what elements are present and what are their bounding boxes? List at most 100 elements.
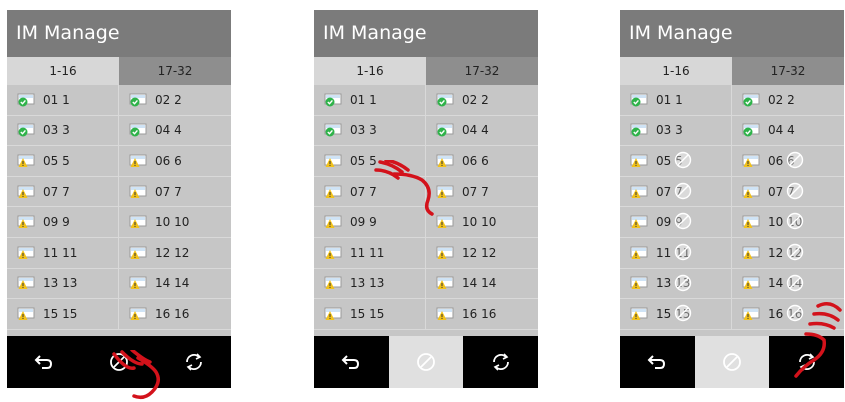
device-cell[interactable]: 07 7 — [314, 176, 426, 208]
device-cell[interactable]: 13 13 — [314, 268, 426, 300]
device-cell[interactable]: 06 6 — [119, 146, 231, 177]
monitor-warning-icon — [436, 154, 454, 167]
monitor-warning-icon — [742, 307, 760, 320]
device-cell[interactable]: 05 5 — [620, 146, 732, 177]
device-cell[interactable]: 09 9 — [620, 207, 732, 238]
device-cell[interactable]: 02 2 — [426, 85, 538, 116]
device-cell[interactable]: 11 11 — [7, 237, 119, 269]
monitor-online-icon — [742, 93, 760, 107]
disable-button[interactable] — [388, 336, 464, 388]
tab-1-16[interactable]: 1-16 — [314, 57, 426, 85]
back-button[interactable] — [620, 336, 695, 388]
device-cell[interactable]: 12 12 — [119, 238, 231, 269]
device-cell[interactable]: 06 6 — [426, 146, 538, 177]
monitor-online-icon — [630, 93, 648, 107]
busy-circle-icon — [786, 304, 804, 322]
disable-button[interactable] — [81, 336, 157, 388]
device-cell[interactable]: 06 6 — [732, 146, 844, 177]
device-cell[interactable]: 07 7 — [426, 177, 538, 208]
device-cell[interactable]: 13 13 — [7, 268, 119, 300]
tab-bar: 1-16 17-32 — [7, 57, 231, 85]
monitor-online-icon — [436, 93, 454, 107]
device-cell[interactable]: 14 14 — [426, 269, 538, 300]
device-cell[interactable]: 05 5 — [7, 146, 119, 177]
disable-icon — [110, 353, 128, 371]
refresh-button[interactable] — [463, 336, 539, 388]
device-cell[interactable]: 12 12 — [426, 238, 538, 269]
device-cell[interactable]: 11 11 — [314, 237, 426, 269]
device-cell[interactable]: 01 1 — [7, 85, 119, 116]
device-cell[interactable]: 10 10 — [119, 207, 231, 238]
monitor-online-icon — [324, 93, 342, 107]
page-title: IM Manage — [7, 10, 231, 57]
device-cell[interactable]: 03 3 — [620, 115, 732, 147]
busy-circle-icon — [786, 151, 804, 169]
device-cell[interactable]: 11 11 — [620, 237, 732, 269]
device-cell[interactable]: 09 9 — [7, 207, 119, 238]
device-cell[interactable]: 02 2 — [732, 85, 844, 116]
disable-button[interactable] — [694, 336, 770, 388]
monitor-warning-icon — [630, 154, 648, 167]
device-cell[interactable]: 04 4 — [426, 116, 538, 147]
device-cell[interactable]: 07 7 — [732, 177, 844, 208]
monitor-warning-icon — [129, 215, 147, 229]
monitor-online-icon — [17, 123, 35, 137]
device-cell[interactable]: 13 13 — [620, 268, 732, 300]
device-cell[interactable]: 04 4 — [119, 116, 231, 147]
device-label: 05 5 — [350, 153, 377, 168]
device-cell[interactable]: 15 15 — [314, 299, 426, 330]
device-cell[interactable]: 15 15 — [7, 299, 119, 330]
monitor-warning-icon — [17, 185, 35, 198]
refresh-button[interactable] — [769, 336, 845, 388]
refresh-button[interactable] — [156, 336, 232, 388]
device-cell[interactable]: 12 12 — [732, 238, 844, 269]
device-label: 10 10 — [462, 215, 497, 230]
device-cell[interactable]: 15 15 — [620, 299, 732, 330]
action-bar — [7, 336, 232, 388]
monitor-online-icon — [17, 93, 35, 107]
monitor-warning-icon — [630, 215, 648, 229]
page-title: IM Manage — [620, 10, 844, 57]
device-cell[interactable]: 07 7 — [620, 176, 732, 208]
device-cell[interactable]: 10 10 — [732, 207, 844, 238]
tab-1-16[interactable]: 1-16 — [620, 57, 732, 85]
device-cell[interactable]: 16 16 — [119, 299, 231, 330]
monitor-online-icon — [129, 93, 147, 107]
device-cell[interactable]: 14 14 — [732, 269, 844, 300]
device-cell[interactable]: 03 3 — [314, 115, 426, 147]
device-label: 07 7 — [43, 184, 70, 199]
device-label: 07 7 — [155, 184, 182, 199]
device-cell[interactable]: 10 10 — [426, 207, 538, 238]
device-cell[interactable]: 07 7 — [119, 177, 231, 208]
device-cell[interactable]: 14 14 — [119, 269, 231, 300]
device-cell[interactable]: 09 9 — [314, 207, 426, 238]
back-button[interactable] — [7, 336, 82, 388]
device-cell[interactable]: 03 3 — [7, 115, 119, 147]
device-cell[interactable]: 01 1 — [620, 85, 732, 116]
back-arrow-icon — [647, 355, 666, 369]
device-cell[interactable]: 05 5 — [314, 146, 426, 177]
device-cell[interactable]: 01 1 — [314, 85, 426, 116]
back-button[interactable] — [314, 336, 389, 388]
monitor-warning-icon — [17, 215, 35, 229]
tab-17-32[interactable]: 17-32 — [119, 57, 231, 85]
back-arrow-icon — [341, 355, 360, 369]
monitor-warning-icon — [742, 276, 760, 290]
monitor-online-icon — [129, 123, 147, 137]
device-grid: 01 1 02 2 03 3 04 4 05 5 06 6 07 7 07 7 09 9 10 1… — [314, 85, 538, 330]
device-cell[interactable]: 04 4 — [732, 116, 844, 147]
tab-1-16[interactable]: 1-16 — [7, 57, 119, 85]
device-label: 04 4 — [155, 123, 182, 138]
device-cell[interactable]: 16 16 — [732, 299, 844, 330]
monitor-warning-icon — [742, 246, 760, 259]
monitor-online-icon — [436, 123, 454, 137]
device-label: 12 12 — [462, 245, 497, 260]
device-cell[interactable]: 07 7 — [7, 176, 119, 208]
tab-17-32[interactable]: 17-32 — [426, 57, 538, 85]
device-cell[interactable]: 02 2 — [119, 85, 231, 116]
busy-circle-icon — [786, 274, 804, 291]
device-label: 07 7 — [350, 184, 377, 199]
monitor-warning-icon — [17, 307, 35, 320]
device-cell[interactable]: 16 16 — [426, 299, 538, 330]
tab-17-32[interactable]: 17-32 — [732, 57, 844, 85]
